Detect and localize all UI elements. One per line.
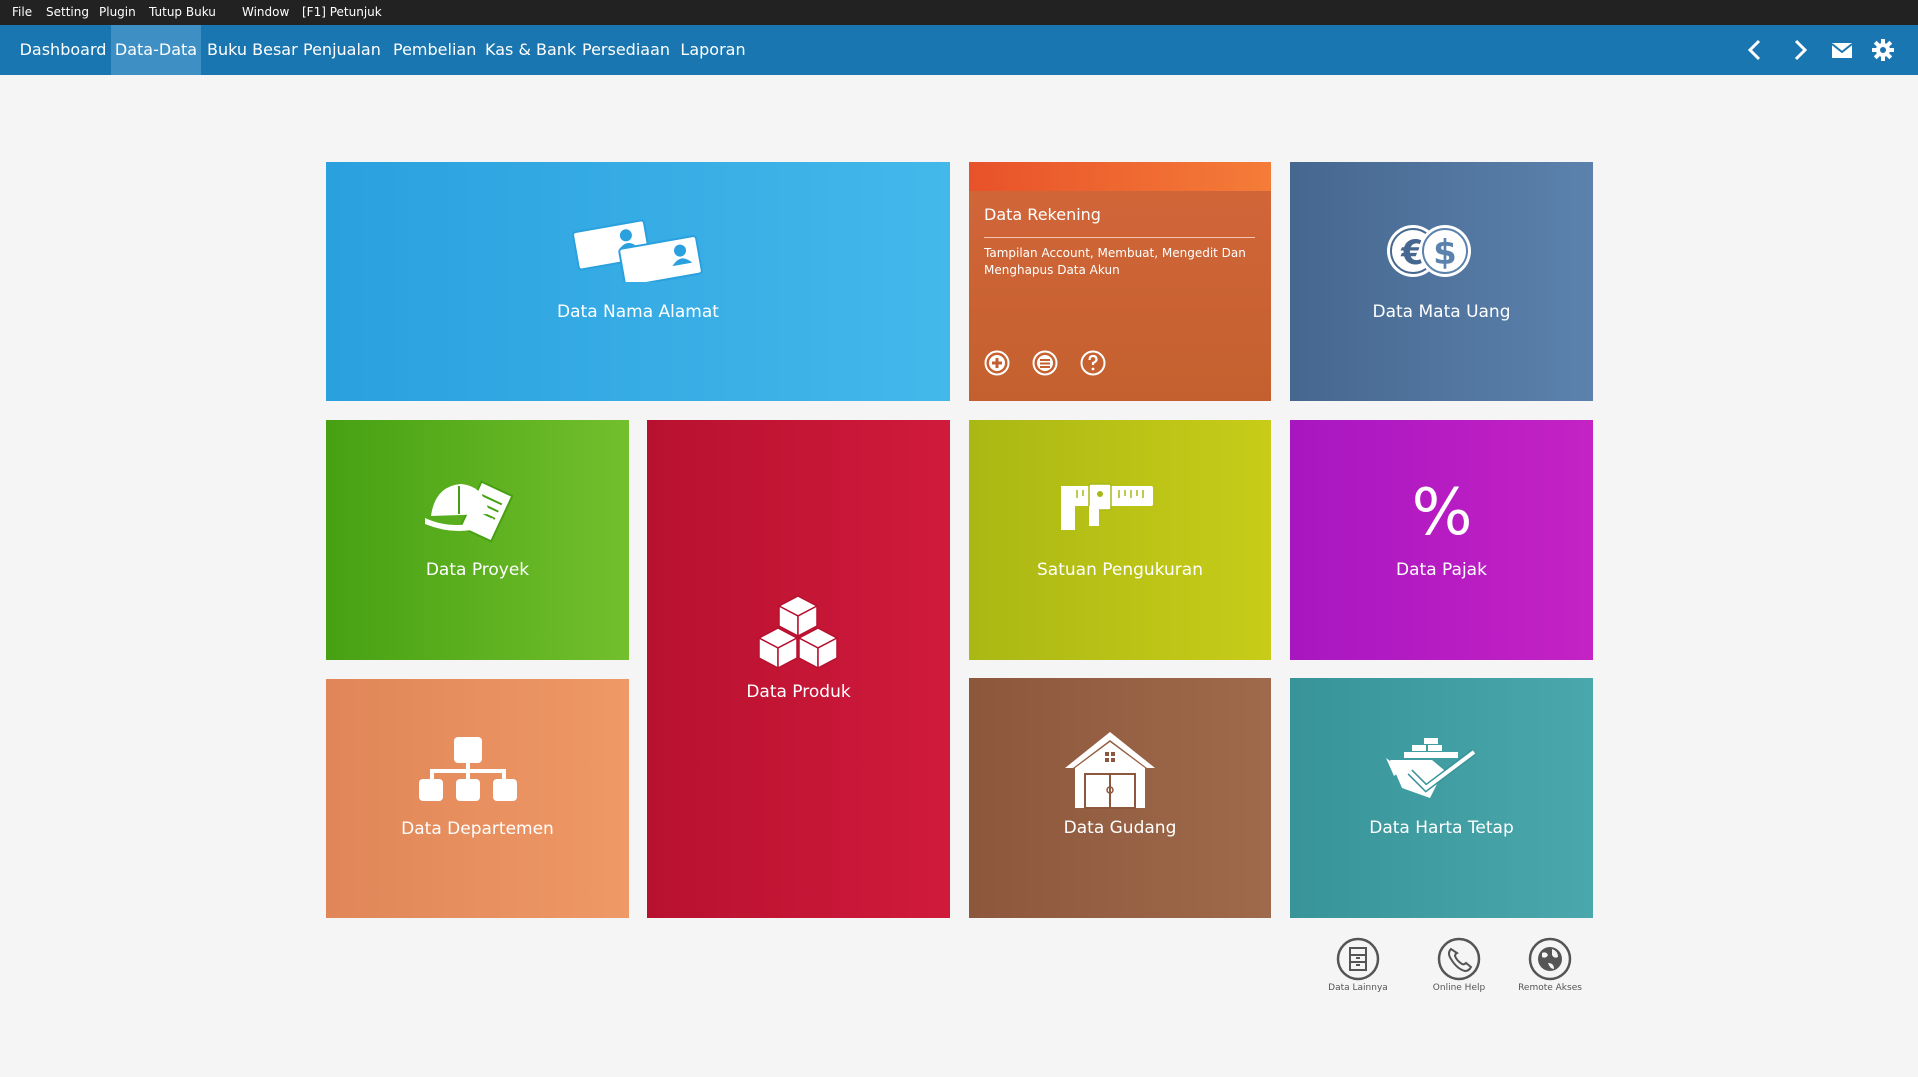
list-circle-icon[interactable]	[1032, 350, 1058, 376]
globe-icon	[1528, 937, 1572, 981]
menu-file[interactable]: File	[12, 0, 32, 25]
euro-dollar-coins-icon: € $	[1383, 218, 1475, 284]
tab-kas-bank[interactable]: Kas & Bank	[485, 25, 576, 75]
checked-box-icon	[1384, 736, 1478, 800]
svg-text:$: $	[1433, 233, 1457, 273]
tab-penjualan[interactable]: Penjualan	[303, 25, 381, 75]
menu-setting[interactable]: Setting	[46, 0, 89, 25]
tile-label: Data Departemen	[401, 819, 554, 839]
plus-circle-icon[interactable]	[984, 350, 1010, 376]
tile-description: Tampilan Account, Membuat, Mengedit Dan …	[984, 246, 1246, 277]
menu-tutup-buku[interactable]: Tutup Buku	[149, 0, 216, 25]
tab-data-data[interactable]: Data-Data	[111, 25, 201, 75]
tab-buku-besar[interactable]: Buku Besar	[207, 25, 298, 75]
tile-data-mata-uang[interactable]: € $ Data Mata Uang	[1290, 162, 1593, 401]
tile-title: Data Rekening	[984, 205, 1101, 224]
quick-link-label: Data Lainnya	[1328, 983, 1388, 993]
hardhat-notepad-icon	[423, 472, 513, 544]
chevron-right-icon[interactable]	[1786, 36, 1814, 64]
tile-label: Data Produk	[746, 682, 851, 702]
menu-window[interactable]: Window	[242, 0, 289, 25]
tile-data-nama-alamat[interactable]: Data Nama Alamat	[326, 162, 950, 401]
menu-bar: File Setting Plugin Tutup Buku Window [F…	[0, 0, 1918, 25]
percent-icon: %	[1402, 478, 1482, 540]
svg-text:%: %	[1412, 478, 1473, 540]
quick-link-label: Online Help	[1432, 983, 1486, 993]
tile-label: Data Pajak	[1396, 560, 1487, 580]
tile-data-gudang[interactable]: Data Gudang	[969, 678, 1271, 918]
caliper-icon	[1059, 482, 1155, 532]
tab-laporan[interactable]: Laporan	[680, 25, 746, 75]
tile-data-harta-tetap[interactable]: Data Harta Tetap	[1290, 678, 1593, 918]
tile-label: Data Harta Tetap	[1369, 818, 1514, 838]
contact-cards-icon	[571, 218, 705, 282]
tile-label: Data Proyek	[425, 560, 530, 580]
main-nav: Dashboard Data-Data Buku Besar Penjualan…	[0, 25, 1918, 75]
tile-label: Data Gudang	[1063, 818, 1177, 838]
quick-link-online-help[interactable]: Online Help	[1414, 937, 1504, 993]
envelope-icon[interactable]	[1828, 36, 1856, 64]
divider	[984, 237, 1255, 238]
tile-data-pajak[interactable]: % Data Pajak	[1290, 420, 1593, 660]
menu-plugin[interactable]: Plugin	[99, 0, 136, 25]
tab-dashboard[interactable]: Dashboard	[18, 25, 108, 75]
phone-icon	[1437, 937, 1481, 981]
tile-label: Data Nama Alamat	[557, 302, 719, 322]
quick-link-data-lainnya[interactable]: Data Lainnya	[1313, 937, 1403, 993]
quick-link-remote-akses[interactable]: Remote Akses	[1505, 937, 1595, 993]
tile-data-produk[interactable]: Data Produk	[647, 420, 950, 918]
tile-satuan-pengukuran[interactable]: Satuan Pengukuran	[969, 420, 1271, 660]
cabinet-icon	[1336, 937, 1380, 981]
tile-accent-bar	[969, 162, 1271, 191]
tile-data-departemen[interactable]: Data Departemen	[326, 679, 629, 918]
warehouse-icon	[1063, 730, 1157, 810]
tile-label: Data Mata Uang	[1372, 302, 1511, 322]
question-circle-icon[interactable]	[1080, 350, 1106, 376]
tile-label: Satuan Pengukuran	[1037, 560, 1203, 580]
gear-icon[interactable]	[1869, 36, 1897, 64]
quick-link-label: Remote Akses	[1518, 983, 1582, 993]
tile-data-proyek[interactable]: Data Proyek	[326, 420, 629, 660]
menu-petunjuk[interactable]: [F1] Petunjuk	[302, 0, 382, 25]
chevron-left-icon[interactable]	[1741, 36, 1769, 64]
tab-pembelian[interactable]: Pembelian	[393, 25, 476, 75]
org-chart-icon	[416, 735, 520, 803]
tile-data-rekening[interactable]: Data Rekening Tampilan Account, Membuat,…	[969, 162, 1271, 401]
boxes-icon	[753, 594, 843, 670]
tab-persediaan[interactable]: Persediaan	[582, 25, 670, 75]
